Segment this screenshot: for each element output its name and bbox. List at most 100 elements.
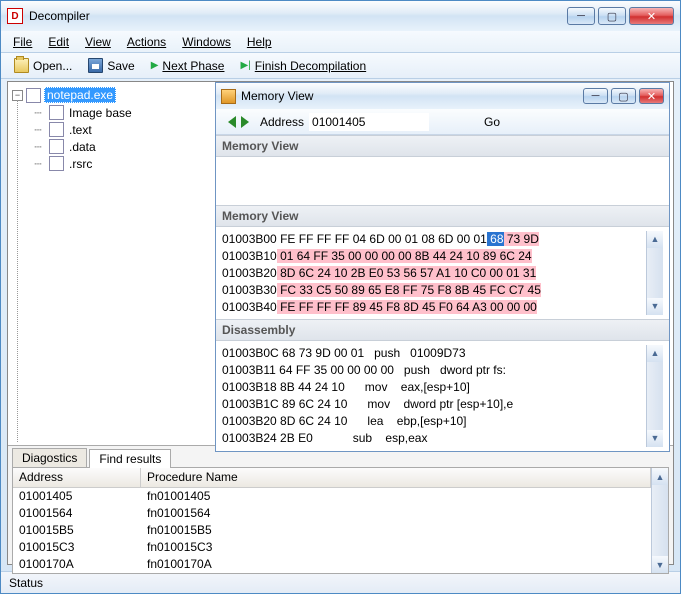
tree-label: .data	[67, 140, 98, 154]
hex-row[interactable]: 01003B00 FE FF FF FF 04 6D 00 01 08 6D 0…	[222, 231, 646, 248]
statusbar: Status	[1, 571, 680, 593]
finish-decompilation-button[interactable]: ▶| Finish Decompilation	[235, 57, 371, 75]
document-icon	[49, 122, 64, 137]
open-button[interactable]: Open...	[9, 56, 77, 75]
close-button[interactable]: ✕	[629, 7, 674, 25]
client-area: − notepad.exe ┈Image base ┈.text ┈.data …	[7, 81, 674, 565]
result-row[interactable]: 01001564fn01001564	[13, 505, 651, 522]
scroll-up-icon[interactable]: ▲	[647, 231, 663, 248]
disassembly-row[interactable]: 01003B11 64 FF 35 00 00 00 00 push dword…	[222, 362, 646, 379]
menu-file[interactable]: File	[7, 33, 38, 51]
document-icon	[49, 139, 64, 154]
minimize-button[interactable]: ─	[567, 7, 595, 25]
disassembly-row[interactable]: 01003B20 8D 6C 24 10 lea ebp,[esp+10]	[222, 413, 646, 430]
main-window: D Decompiler ─ ▢ ✕ File Edit View Action…	[0, 0, 681, 594]
app-icon: D	[7, 8, 23, 24]
results-scrollbar[interactable]: ▲▼	[651, 468, 668, 573]
menubar: File Edit View Actions Windows Help	[1, 31, 680, 53]
disassembly-row[interactable]: 01003B1C 89 6C 24 10 mov dword ptr [esp+…	[222, 396, 646, 413]
result-row[interactable]: 010015B5fn010015B5	[13, 522, 651, 539]
save-label: Save	[107, 59, 134, 73]
disassembly-row[interactable]: 01003B0C 68 73 9D 00 01 push 01009D73	[222, 345, 646, 362]
scroll-down-icon[interactable]: ▼	[647, 298, 663, 315]
exe-icon	[26, 88, 41, 103]
memory-view-titlebar[interactable]: Memory View ─ ▢ ✕	[216, 83, 669, 109]
results-header: Address Procedure Name	[13, 468, 651, 488]
disasm-scrollbar[interactable]: ▲▼	[646, 345, 663, 447]
memory-view-title: Memory View	[241, 89, 583, 103]
tree-root[interactable]: − notepad.exe	[12, 86, 202, 104]
memory-view-header-1: Memory View	[216, 135, 669, 157]
disassembly-row[interactable]: 01003B24 2B E0 sub esp,eax	[222, 430, 646, 447]
next-phase-label: Next Phase	[162, 59, 224, 73]
hex-row[interactable]: 01003B20 8D 6C 24 10 2B E0 53 56 57 A1 1…	[222, 265, 646, 282]
save-button[interactable]: Save	[83, 56, 139, 75]
bottom-panel: Diagostics Find results Address Procedur…	[8, 446, 673, 564]
play-icon: ▶	[151, 60, 159, 71]
document-icon	[49, 156, 64, 171]
tree-node-image-base[interactable]: ┈Image base	[30, 104, 202, 121]
menu-actions[interactable]: Actions	[121, 33, 172, 51]
tab-find-results[interactable]: Find results	[89, 449, 171, 468]
memory-view-toolbar: Address Go	[216, 109, 669, 135]
file-tree[interactable]: − notepad.exe ┈Image base ┈.text ┈.data …	[8, 82, 206, 445]
address-input[interactable]	[309, 113, 429, 131]
scroll-up-icon[interactable]: ▲	[647, 345, 663, 362]
finish-label: Finish Decompilation	[255, 59, 366, 73]
tree-label: .text	[67, 123, 94, 137]
column-address[interactable]: Address	[13, 468, 141, 487]
tree-root-label: notepad.exe	[44, 87, 116, 103]
tree-node-rsrc[interactable]: ┈.rsrc	[30, 155, 202, 172]
hex-row[interactable]: 01003B10 01 64 FF 35 00 00 00 00 8B 44 2…	[222, 248, 646, 265]
nav-forward-button[interactable]	[241, 116, 249, 128]
toolbar: Open... Save ▶Next Phase ▶| Finish Decomp…	[1, 53, 680, 79]
window-title: Decompiler	[29, 9, 567, 23]
result-row[interactable]: 010015C3fn010015C3	[13, 539, 651, 556]
memview-close-button[interactable]: ✕	[639, 88, 664, 104]
memory-view-icon	[221, 89, 236, 104]
tree-node-text[interactable]: ┈.text	[30, 121, 202, 138]
hex-row[interactable]: 01003B30 FC 33 C5 50 89 65 E8 FF 75 F8 8…	[222, 282, 646, 299]
collapse-icon[interactable]: −	[12, 90, 23, 101]
disassembly-header: Disassembly	[216, 319, 669, 341]
tree-label: Image base	[67, 106, 134, 120]
column-procedure[interactable]: Procedure Name	[141, 468, 651, 487]
memview-minimize-button[interactable]: ─	[583, 88, 608, 104]
menu-edit[interactable]: Edit	[42, 33, 75, 51]
results-list[interactable]: 01001405fn0100140501001564fn010015640100…	[13, 488, 651, 573]
scroll-down-icon[interactable]: ▼	[647, 430, 663, 447]
tree-node-data[interactable]: ┈.data	[30, 138, 202, 155]
hex-row[interactable]: 01003B40 FE FF FF FF 89 45 F8 8D 45 F0 6…	[222, 299, 646, 316]
memory-view-header-2: Memory View	[216, 205, 669, 227]
save-icon	[88, 58, 103, 73]
result-row[interactable]: 01001405fn01001405	[13, 488, 651, 505]
open-label: Open...	[33, 59, 72, 73]
memory-hex-panel[interactable]: 01003B00 FE FF FF FF 04 6D 00 01 08 6D 0…	[216, 227, 669, 319]
scroll-down-icon[interactable]: ▼	[652, 556, 668, 573]
memory-view-window[interactable]: Memory View ─ ▢ ✕ Address Go Memory View…	[215, 82, 670, 452]
document-icon	[49, 105, 64, 120]
result-row[interactable]: 0100170Afn0100170A	[13, 556, 651, 573]
memview-maximize-button[interactable]: ▢	[611, 88, 636, 104]
nav-back-button[interactable]	[228, 116, 236, 128]
tab-diagnostics[interactable]: Diagostics	[12, 448, 87, 467]
go-button[interactable]: Go	[484, 115, 500, 129]
hex-scrollbar[interactable]: ▲▼	[646, 231, 663, 315]
menu-help[interactable]: Help	[241, 33, 278, 51]
memory-view-panel-1[interactable]	[216, 157, 669, 205]
status-text: Status	[9, 576, 43, 590]
find-results-panel: Address Procedure Name 01001405fn0100140…	[12, 467, 669, 574]
fast-forward-icon: ▶|	[240, 60, 250, 71]
maximize-button[interactable]: ▢	[598, 7, 626, 25]
disassembly-panel[interactable]: 01003B0C 68 73 9D 00 01 push 01009D73010…	[216, 341, 669, 451]
menu-windows[interactable]: Windows	[176, 33, 237, 51]
scroll-up-icon[interactable]: ▲	[652, 468, 668, 485]
workspace: − notepad.exe ┈Image base ┈.text ┈.data …	[8, 82, 673, 446]
address-label: Address	[260, 115, 304, 129]
titlebar[interactable]: D Decompiler ─ ▢ ✕	[1, 1, 680, 31]
folder-open-icon	[14, 58, 29, 73]
disassembly-row[interactable]: 01003B18 8B 44 24 10 mov eax,[esp+10]	[222, 379, 646, 396]
next-phase-button[interactable]: ▶Next Phase	[146, 57, 230, 75]
menu-view[interactable]: View	[79, 33, 117, 51]
tree-label: .rsrc	[67, 157, 94, 171]
